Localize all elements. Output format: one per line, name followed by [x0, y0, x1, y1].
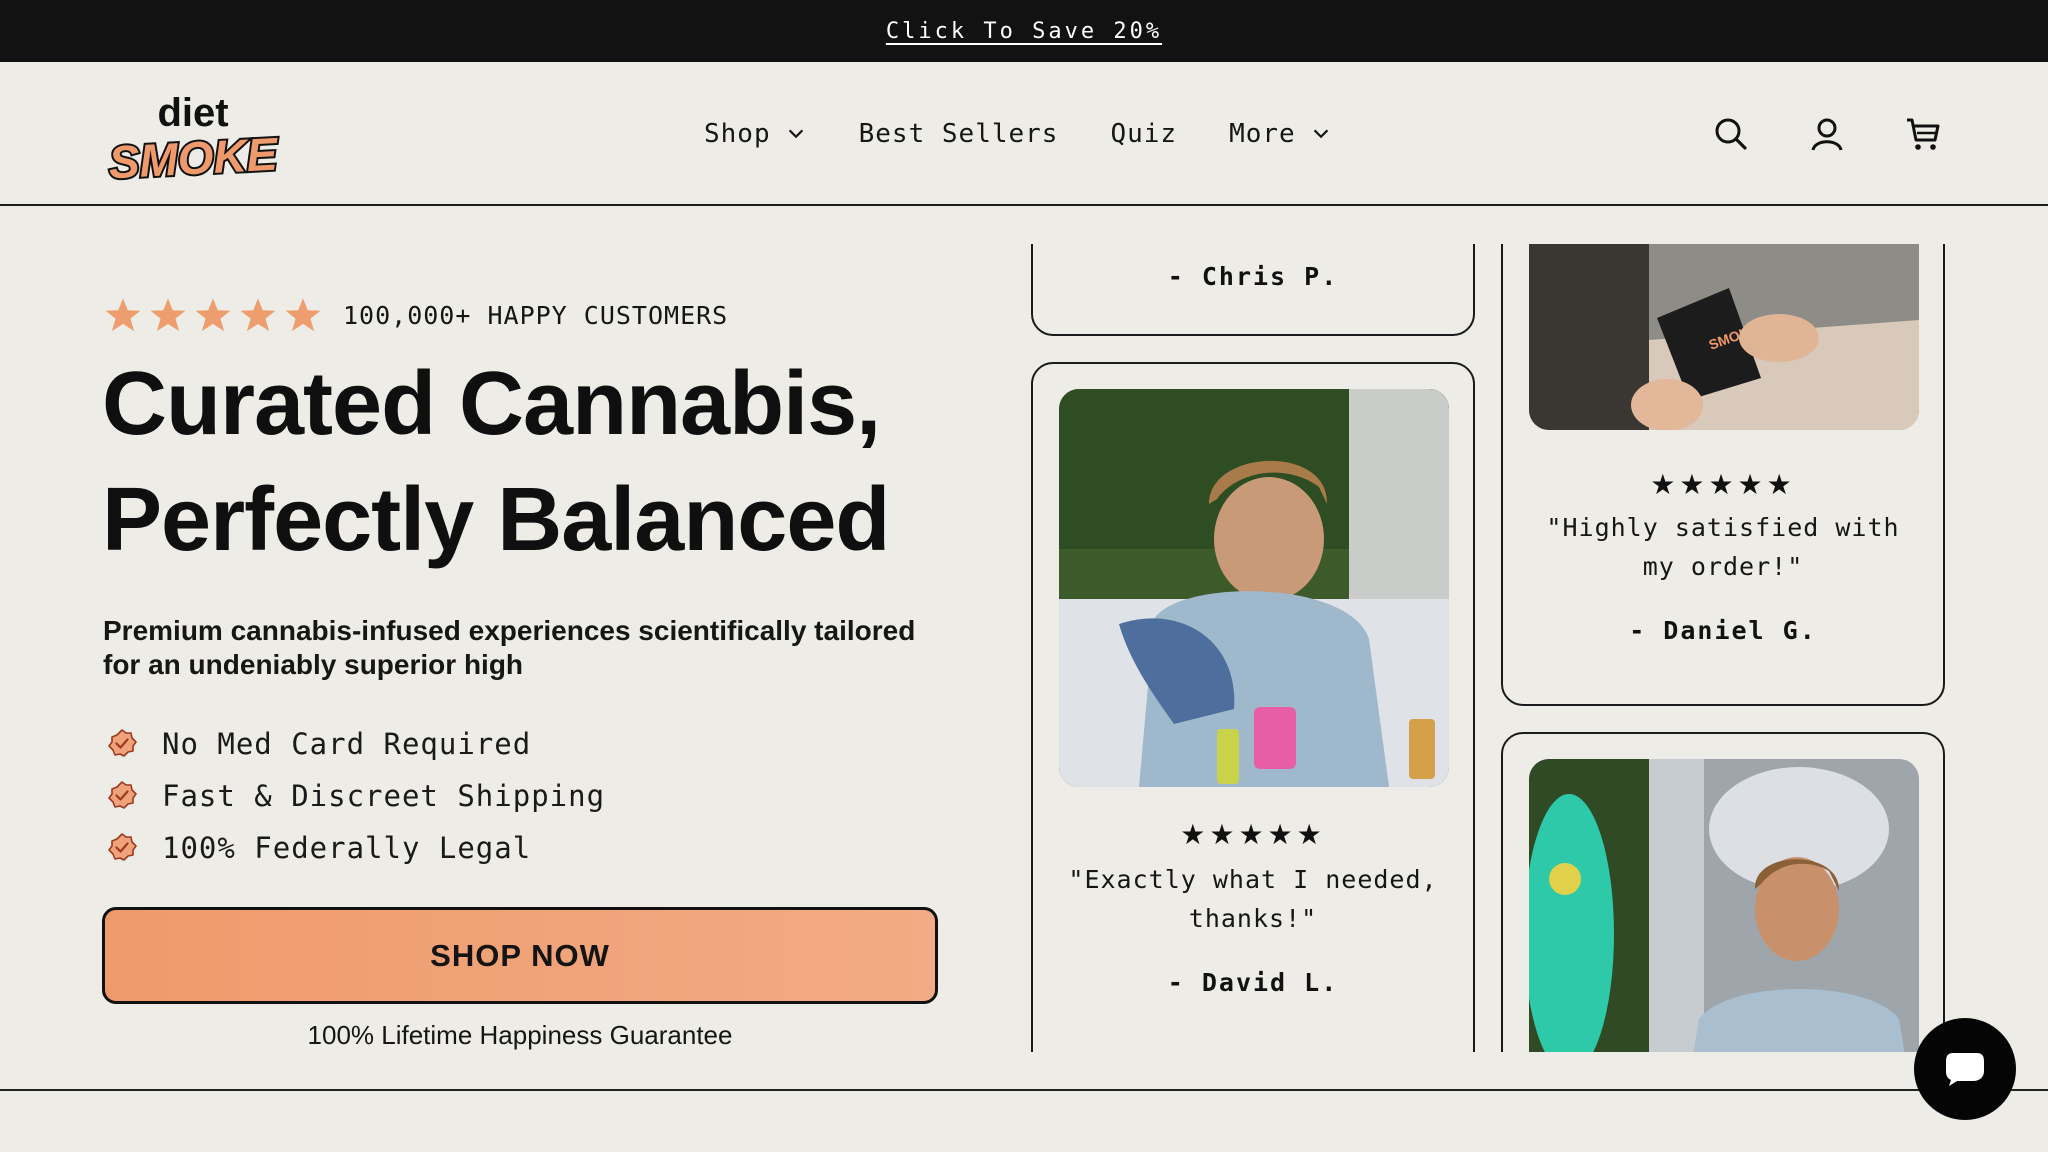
- review-stars: ★★★★★: [1180, 819, 1326, 850]
- feature-label: Fast & Discreet Shipping: [162, 779, 606, 813]
- review-card: SMOKE ★★★★★ "Highly satisfied with my or…: [1501, 244, 1945, 706]
- review-photo-man-vaping: [1529, 759, 1919, 1052]
- review-card: ★★★★★ "Exactly what I needed, thanks!" -…: [1031, 362, 1475, 1052]
- review-card: [1501, 732, 1945, 1052]
- hero-headline-line1: Curated Cannabis,: [102, 354, 881, 454]
- feature-label: No Med Card Required: [162, 727, 532, 761]
- svg-text:SMOKE: SMOKE: [107, 128, 279, 184]
- nav-quiz[interactable]: Quiz: [1110, 119, 1177, 149]
- feature-item: Fast & Discreet Shipping: [106, 770, 605, 822]
- star-icon: [285, 298, 321, 332]
- star-icon: [150, 298, 186, 332]
- announcement-bar: Click To Save 20%: [0, 0, 2048, 62]
- nav-more-label: More: [1229, 119, 1296, 149]
- review-quote: "Exactly what I needed, thanks!": [1068, 865, 1438, 933]
- review-author: - Daniel G.: [1629, 616, 1817, 645]
- nav-best-sellers-label: Best Sellers: [858, 119, 1059, 149]
- nav-quiz-label: Quiz: [1110, 119, 1178, 149]
- badge-check-icon: [108, 729, 137, 757]
- review-author: - Chris P.: [1167, 262, 1339, 291]
- account-icon[interactable]: [1808, 115, 1846, 153]
- feature-item: No Med Card Required: [106, 718, 605, 770]
- shop-now-button[interactable]: SHOP NOW: [102, 907, 938, 1004]
- rating-row: 100,000+ HAPPY CUSTOMERS: [104, 296, 728, 334]
- star-icon: [240, 298, 276, 332]
- nav-more[interactable]: More: [1229, 119, 1332, 149]
- star-icon: [105, 298, 141, 332]
- nav-shop-label: Shop: [704, 119, 771, 149]
- chat-bubble-icon: [1946, 1053, 1984, 1086]
- chevron-down-icon: [1313, 129, 1328, 139]
- main-nav: Shop Best Sellers Quiz More: [704, 62, 1332, 206]
- svg-text:diet: diet: [157, 91, 228, 135]
- chevron-down-icon: [788, 129, 803, 139]
- hero-headline-line2: Perfectly Balanced: [102, 470, 890, 570]
- feature-list: No Med Card Required Fast & Discreet Shi…: [106, 718, 605, 874]
- nav-shop[interactable]: Shop: [704, 119, 807, 149]
- cart-icon[interactable]: [1904, 115, 1942, 153]
- feature-item: 100% Federally Legal: [106, 822, 605, 874]
- review-photo-man-on-couch: [1059, 389, 1449, 787]
- diet-smoke-logo[interactable]: diet SMOKE: [100, 88, 286, 184]
- section-divider: [0, 1089, 2048, 1091]
- happy-customers-text: 100,000+ HAPPY CUSTOMERS: [343, 300, 729, 330]
- feature-label: 100% Federally Legal: [162, 831, 532, 865]
- search-icon[interactable]: [1712, 115, 1750, 153]
- badge-check-icon: [108, 781, 137, 809]
- badge-check-icon: [108, 833, 137, 861]
- review-photo-hands-product: SMOKE: [1529, 244, 1919, 430]
- hero-subheadline: Premium cannabis-infused experiences sci…: [103, 615, 916, 680]
- review-card: - Chris P.: [1031, 244, 1475, 336]
- chat-button[interactable]: [1914, 1018, 2016, 1120]
- review-author: - David L.: [1167, 968, 1339, 997]
- save-20-link[interactable]: Click To Save 20%: [886, 19, 1162, 44]
- nav-best-sellers[interactable]: Best Sellers: [859, 119, 1059, 149]
- review-quote: "Highly satisfied with my order!": [1546, 513, 1900, 581]
- site-header: diet SMOKE Shop Best Sellers Quiz More: [0, 62, 2048, 206]
- guarantee-text: 100% Lifetime Happiness Guarantee: [307, 1020, 733, 1050]
- hero-headline: Curated Cannabis, Perfectly Balanced: [102, 346, 890, 578]
- review-stars: ★★★★★: [1650, 469, 1796, 500]
- header-icons: [1712, 62, 1942, 206]
- star-icon: [195, 298, 231, 332]
- reviews-collage: - Chris P. ★★★★★ "Exactly what I needed,…: [1024, 244, 2024, 1052]
